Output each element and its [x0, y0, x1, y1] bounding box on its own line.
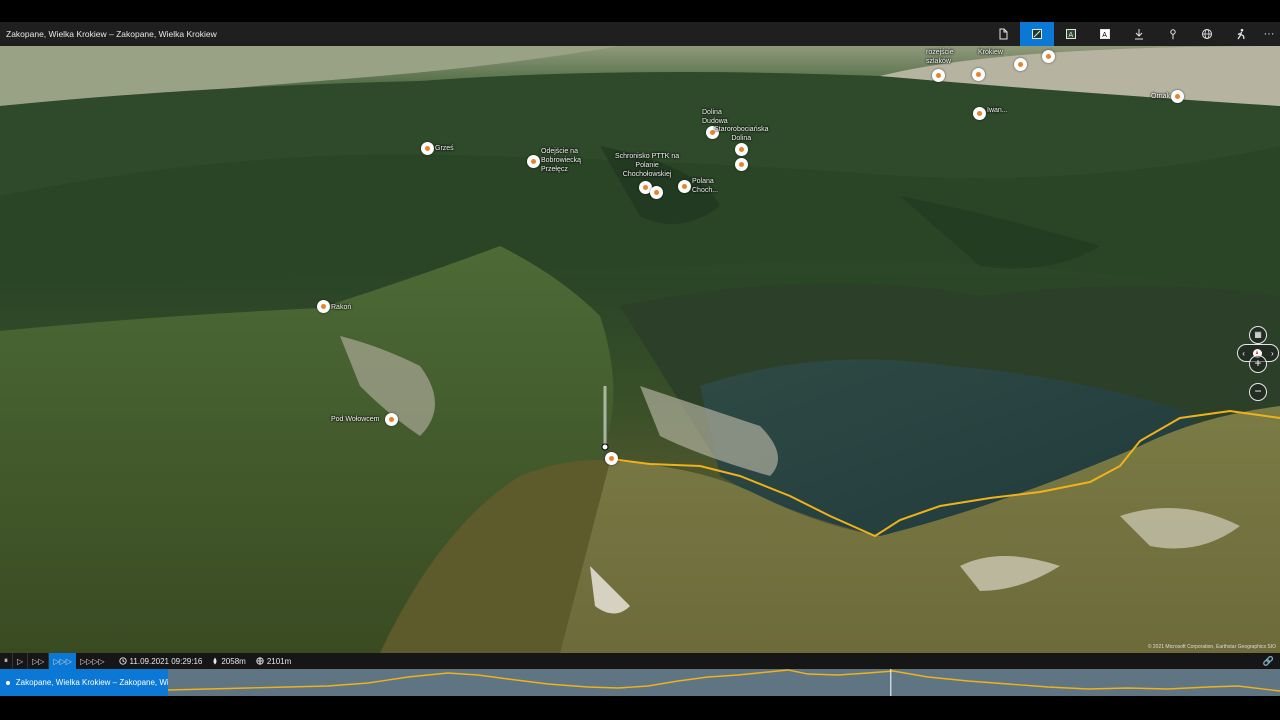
track-dot-icon — [6, 680, 10, 685]
play-speed-4-button[interactable]: ▷▷▷▷ — [76, 653, 109, 669]
rotate-right-icon[interactable]: › — [1271, 349, 1274, 358]
globe-button[interactable] — [1190, 22, 1224, 46]
datetime-stat: 11.09.2021 09:29:16 — [118, 656, 203, 666]
terrain-map-view[interactable]: rozejście szlaków Krokiew Ornak Grześ Od… — [0, 46, 1280, 653]
label-button[interactable]: A — [1088, 22, 1122, 46]
poi-marker-pod-wolowcem[interactable] — [385, 413, 398, 426]
top-black-band — [0, 0, 1280, 22]
file-icon — [999, 28, 1008, 40]
hiker-button[interactable] — [1224, 22, 1258, 46]
poi-marker-starorobocianska-1[interactable] — [735, 143, 748, 156]
hiker-icon — [1237, 28, 1245, 40]
poi-marker-rakon[interactable] — [317, 300, 330, 313]
svg-text:A: A — [1069, 32, 1074, 39]
title-bar: Zakopane, Wielka Krokiew – Zakopane, Wie… — [0, 22, 1280, 46]
clock-icon — [118, 657, 127, 665]
poi-label-schronisko: Schronisko PTTK na Polanie Chochołowskie… — [615, 153, 680, 178]
plus-icon: + — [1254, 356, 1262, 370]
poi-marker-polana[interactable] — [678, 180, 691, 193]
play-3x-icon: ▷▷▷ — [53, 656, 72, 666]
pin-icon — [1170, 29, 1176, 40]
window-title: Zakopane, Wielka Krokiew – Zakopane, Wie… — [6, 29, 217, 39]
download-icon — [1135, 29, 1143, 40]
pause-icon: ⏸ — [4, 656, 8, 665]
gps-track — [601, 386, 1280, 538]
poi-marker-iwan[interactable] — [973, 107, 986, 120]
more-button[interactable]: ··· — [1258, 22, 1280, 46]
play-speed-2-button[interactable]: ▷▷ — [28, 653, 50, 669]
playback-status-bar: ⏸ ▷ ▷▷ ▷▷▷ ▷▷▷▷ 11.09.2021 09:29:16 2058… — [0, 653, 1280, 669]
photo-view-button[interactable]: A — [1054, 22, 1088, 46]
poi-label-rakon: Rakoń — [331, 304, 352, 311]
map-layers-button[interactable]: ▦ — [1249, 326, 1267, 344]
poi-label-krokiew: Krokiew — [978, 49, 1003, 56]
label-icon: A — [1100, 29, 1110, 39]
poi-marker-extra-2[interactable] — [1042, 50, 1055, 63]
pin-button[interactable] — [1156, 22, 1190, 46]
elevation-value: 2101m — [266, 656, 292, 666]
svg-text:A: A — [1102, 32, 1107, 39]
pause-button[interactable]: ⏸ — [0, 653, 13, 669]
map-view-icon — [1032, 29, 1042, 39]
track-name-tab[interactable]: Zakopane, Wielka Krokiew – Zakopane, Wie… — [0, 669, 168, 696]
elevation-profile[interactable]: Zakopane, Wielka Krokiew – Zakopane, Wie… — [0, 669, 1280, 696]
elevation-profile-chart — [168, 669, 1280, 696]
map-view-button[interactable] — [1020, 22, 1054, 46]
rotate-left-icon[interactable]: ‹ — [1242, 349, 1245, 358]
poi-label-iwan: Iwan... — [987, 107, 1008, 114]
poi-marker-current-position[interactable] — [605, 452, 618, 465]
toolbar: A A ··· — [986, 22, 1280, 46]
poi-marker-starorobocianska-2[interactable] — [735, 158, 748, 171]
poi-label-rozejscie: rozejście szlaków — [926, 49, 954, 65]
poi-marker-schronisko-2[interactable] — [650, 186, 663, 199]
play-speed-1-button[interactable]: ▷ — [13, 653, 29, 669]
globe-small-icon — [256, 657, 264, 665]
poi-label-ornak: Ornak — [1151, 93, 1171, 100]
datetime-value: 11.09.2021 09:29:16 — [129, 656, 203, 666]
poi-label-odejscie: Odejście na Bobrowiecką Przełęcz — [541, 148, 582, 173]
minus-icon: − — [1254, 384, 1262, 398]
link-icon[interactable]: 🔗 — [1263, 656, 1274, 667]
poi-marker-ornak[interactable] — [1171, 90, 1184, 103]
photo-view-icon: A — [1066, 29, 1076, 39]
play-icon: ▷ — [17, 656, 24, 666]
poi-marker-extra-1[interactable] — [1014, 58, 1027, 71]
globe-icon — [1202, 29, 1212, 39]
layers-icon: ▦ — [1254, 330, 1262, 339]
track-name: Zakopane, Wielka Krokiew – Zakopane, Wie… — [15, 678, 168, 687]
poi-label-polana: Polana Choch... — [692, 178, 719, 194]
file-button[interactable] — [986, 22, 1020, 46]
poi-label-grzes: Grześ — [435, 145, 454, 152]
elevation-stat: 2101m — [256, 657, 291, 666]
altitude-stat: 2058m — [212, 656, 246, 666]
altitude-value: 2058m — [221, 656, 246, 666]
play-4x-icon: ▷▷▷▷ — [79, 656, 105, 666]
bottom-black-band — [0, 696, 1280, 720]
zoom-in-button[interactable]: + — [1249, 355, 1267, 373]
poi-label-pod-wolowcem: Pod Wołowcem — [331, 416, 380, 423]
play-speed-3-button[interactable]: ▷▷▷ — [49, 653, 76, 669]
poi-marker-odejscie[interactable] — [527, 155, 540, 168]
play-2x-icon: ▷▷ — [32, 656, 45, 666]
altitude-drop-icon — [213, 657, 217, 665]
poi-label-starorobocianska: Starorobociańska Dolina — [714, 126, 769, 142]
poi-label-dudowa: Dolina Dudowa — [702, 109, 728, 125]
poi-marker-krokiew[interactable] — [972, 68, 985, 81]
zoom-out-button[interactable]: − — [1249, 383, 1267, 401]
poi-marker-rozejscie[interactable] — [932, 69, 945, 82]
poi-marker-grzes[interactable] — [421, 142, 434, 155]
download-button[interactable] — [1122, 22, 1156, 46]
more-icon: ··· — [1263, 28, 1275, 40]
map-copyright: © 2021 Microsoft Corporation, Earthstar … — [1147, 644, 1276, 650]
